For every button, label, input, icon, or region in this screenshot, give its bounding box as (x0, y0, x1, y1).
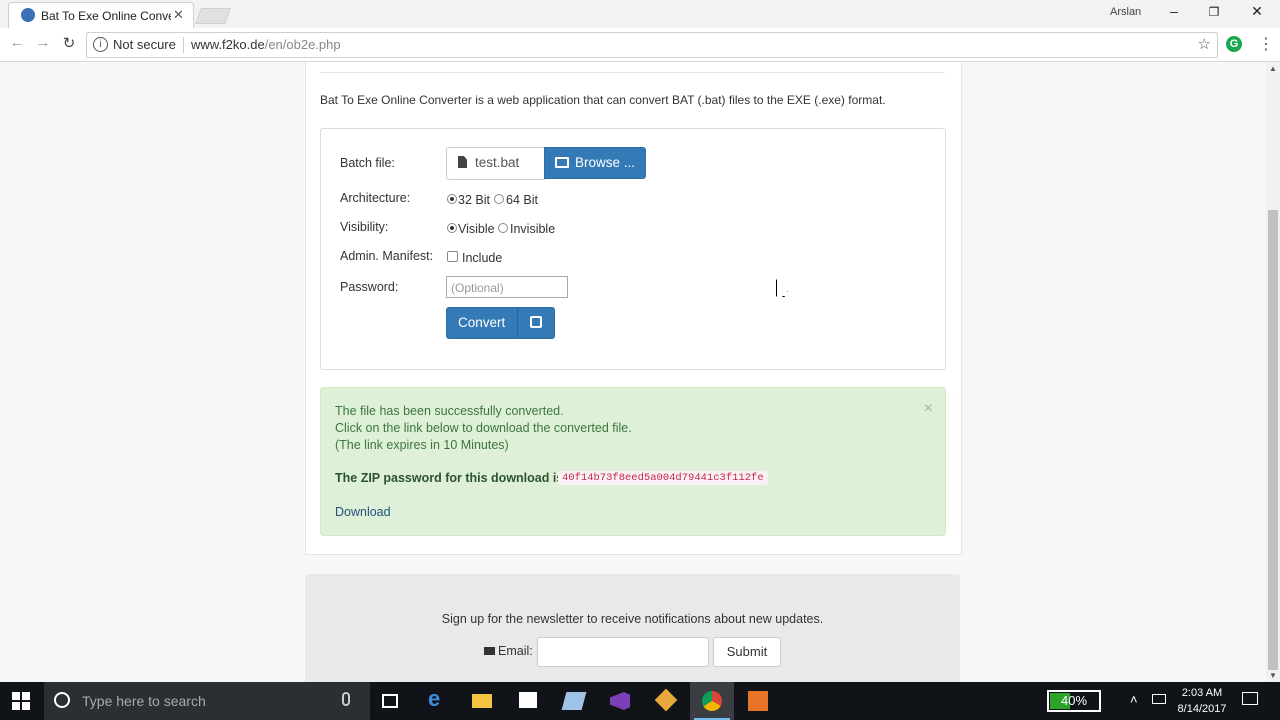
windows-start-icon[interactable] (12, 692, 30, 710)
alert-line-3: (The link expires in 10 Minutes) (335, 438, 509, 452)
microphone-icon[interactable] (342, 692, 350, 706)
browser-tab[interactable]: Bat To Exe Online Conver ✕ (8, 2, 194, 29)
password-label: Password: (340, 280, 399, 294)
convert-button[interactable]: Convert (446, 307, 555, 339)
battery-indicator[interactable]: 40% (1047, 690, 1101, 712)
folder-open-icon (555, 157, 569, 168)
email-label-text: Email: (498, 644, 533, 658)
window-close-icon[interactable]: ✕ (1247, 3, 1267, 20)
chrome-icon[interactable] (690, 682, 734, 720)
envelope-icon (484, 647, 495, 655)
app-icon[interactable] (552, 682, 596, 720)
alert-close-icon[interactable]: × (924, 400, 933, 418)
radio-32-bit[interactable] (447, 194, 457, 204)
clock-time: 2:03 AM (1181, 687, 1223, 699)
alert-line-2: Click on the link below to download the … (335, 421, 632, 435)
battery-icon[interactable] (1152, 694, 1166, 704)
address-bar[interactable]: i Not secure www.f2ko.de/en/ob2e.php ☆ (86, 32, 1218, 58)
include-manifest-label[interactable]: Include (462, 251, 502, 265)
radio-visible[interactable] (447, 223, 457, 233)
task-view-icon[interactable] (368, 682, 412, 720)
visual-studio-icon[interactable] (598, 682, 642, 720)
radio-64-bit[interactable] (494, 194, 504, 204)
taskbar-search-placeholder: Type here to search (82, 693, 206, 709)
restore-icon[interactable]: ❐ (1204, 5, 1224, 19)
store-icon[interactable] (506, 682, 550, 720)
file-name-field: test.bat (446, 147, 545, 180)
battery-percent: 40% (1060, 693, 1088, 708)
password-field-wrapper (446, 276, 569, 298)
architecture-label: Architecture: (340, 191, 411, 205)
admin-manifest-label: Admin. Manifest: (340, 249, 434, 263)
info-icon[interactable]: i (93, 37, 108, 52)
edge-icon[interactable]: e (416, 682, 460, 720)
notifications-icon[interactable] (1242, 692, 1258, 705)
radio-visible-label[interactable]: Visible (458, 222, 495, 236)
visibility-label: Visibility: (340, 220, 389, 234)
intro-text: Bat To Exe Online Converter is a web app… (320, 93, 886, 107)
git-icon[interactable] (644, 682, 688, 720)
divider (183, 37, 184, 53)
radio-32-bit-label[interactable]: 32 Bit (458, 193, 490, 207)
scroll-down-icon[interactable]: ▼ (1269, 671, 1277, 680)
zip-password-label: The ZIP password for this download is: (335, 471, 568, 485)
new-tab-button[interactable] (195, 8, 231, 24)
tab-close-icon[interactable]: ✕ (173, 7, 184, 23)
scroll-up-icon[interactable]: ▲ (1269, 64, 1277, 73)
url-domain: www.f2ko.de (191, 37, 265, 52)
url-text[interactable]: www.f2ko.de/en/ob2e.php (191, 37, 341, 52)
radio-64-bit-label[interactable]: 64 Bit (506, 193, 538, 207)
alert-line-1: The file has been successfully converted… (335, 404, 564, 418)
button-divider (517, 308, 518, 338)
back-icon[interactable]: ← (8, 34, 26, 51)
forward-icon[interactable]: → (34, 34, 52, 51)
batch-file-label: Batch file: (340, 156, 395, 170)
browser-menu-icon[interactable]: ⋮ (1258, 34, 1274, 54)
file-icon (458, 156, 467, 168)
zip-password-value: 40f14b73f8eed5a004d79441c3f112fe (558, 471, 768, 485)
success-alert: × The file has been successfully convert… (320, 387, 946, 536)
scrollbar-thumb[interactable] (1268, 210, 1278, 670)
tab-title: Bat To Exe Online Conver (41, 9, 171, 23)
newsletter-text: Sign up for the newsletter to receive no… (441, 612, 824, 626)
system-clock[interactable]: 2:03 AM 8/14/2017 (1168, 685, 1236, 717)
bookmark-star-icon[interactable]: ☆ (1198, 35, 1211, 53)
file-name: test.bat (475, 155, 520, 170)
recorder-icon[interactable] (736, 682, 780, 720)
email-input[interactable] (537, 637, 709, 667)
clock-date: 8/14/2017 (1177, 703, 1227, 715)
minimize-icon[interactable]: – (1164, 3, 1184, 19)
url-path: /en/ob2e.php (264, 37, 341, 52)
security-label[interactable]: Not secure (113, 37, 176, 52)
grammarly-extension-icon[interactable]: G (1226, 36, 1242, 52)
browse-button[interactable]: Browse ... (544, 147, 646, 179)
file-explorer-icon[interactable] (460, 682, 504, 720)
external-link-icon (530, 316, 542, 328)
download-link[interactable]: Download (335, 505, 391, 519)
newsletter-section: Sign up for the newsletter to receive no… (305, 574, 960, 684)
radio-invisible[interactable] (498, 223, 508, 233)
divider (320, 72, 945, 73)
reload-icon[interactable]: ↻ (60, 34, 78, 52)
browse-label: Browse ... (575, 155, 636, 170)
profile-name[interactable]: Arslan (1110, 6, 1141, 18)
chevron-up-icon[interactable]: ˄ (1130, 692, 1138, 707)
password-input[interactable] (449, 278, 569, 298)
cortana-icon[interactable] (54, 692, 70, 708)
submit-button[interactable]: Submit (713, 637, 781, 667)
convert-label: Convert (458, 315, 506, 330)
radio-invisible-label[interactable]: Invisible (510, 222, 555, 236)
taskbar-search-box[interactable]: Type here to search (44, 682, 370, 720)
page-scrollbar[interactable]: ▲ ▼ (1266, 62, 1280, 682)
email-label: Email: (484, 644, 533, 658)
include-manifest-checkbox[interactable] (447, 251, 458, 262)
globe-icon (21, 8, 35, 22)
